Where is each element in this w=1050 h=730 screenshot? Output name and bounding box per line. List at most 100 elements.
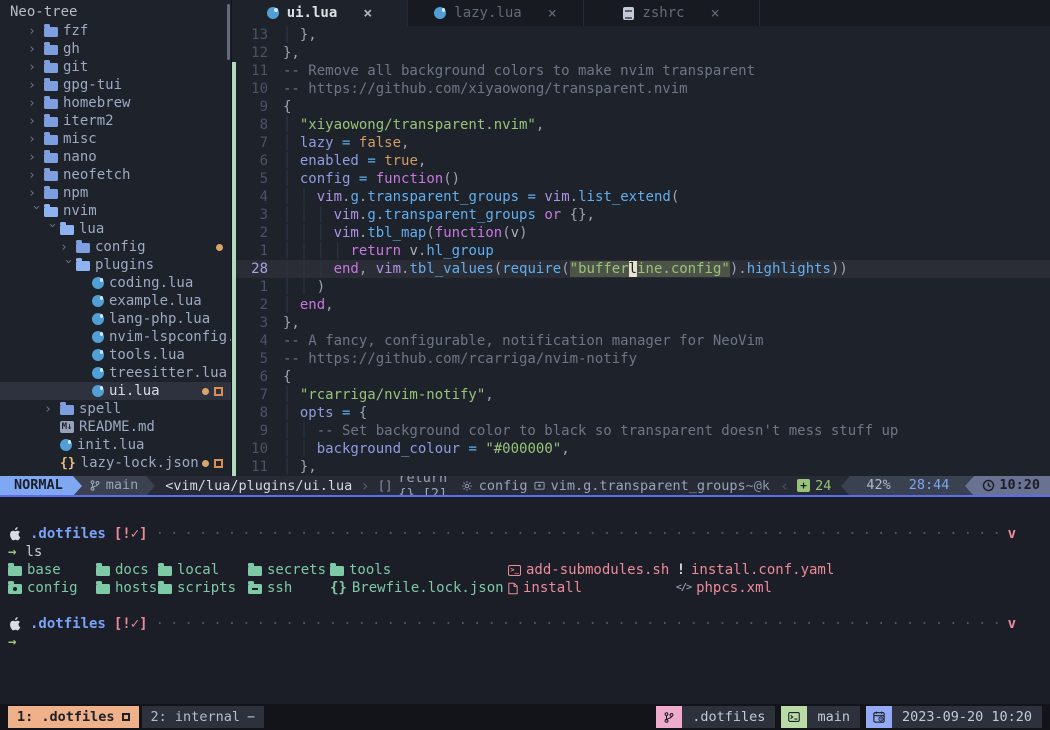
tree-item-iterm2[interactable]: ›iterm2 [0,112,231,130]
tab-lazylua[interactable]: lazy.lua [408,0,584,26]
code-text: │ config = function() [283,170,460,188]
prompt-arrow-icon: → [8,543,16,561]
ls-entry-install: install [508,579,676,597]
code-token [350,171,358,187]
tree-item-label: README.md [79,419,155,435]
code-text: │ │ │ │ return v.hl_group [283,242,494,260]
chevron-right-icon: › [60,240,76,255]
code-line[interactable]: 4│ │ vim.g.transparent_groups = vim.list… [232,188,1050,206]
tree-item-treesitterlua[interactable]: treesitter.lua [0,364,231,382]
tab-uilua[interactable]: ui.lua [232,0,408,26]
tree-item-nano[interactable]: ›nano [0,148,231,166]
indent-guide: │ [317,243,334,259]
code-line[interactable]: 28│ │ │ end, vim.tbl_values(require("buf… [232,260,1050,278]
code-token: = [468,441,476,457]
code-line[interactable]: 2│ │ │ vim.tbl_map(function(v) [232,224,1050,242]
code-line[interactable]: 10│ │ background_colour = "#000000", [232,440,1050,458]
code-line[interactable]: 12}, [232,44,1050,62]
chevron-down-icon: › [61,257,76,273]
code-line[interactable]: 5│ config = function() [232,170,1050,188]
ls-entry-label: Brewfile.lock.json [352,579,504,597]
code-token: }, [283,45,300,61]
code-line[interactable]: 7│ lazy = false, [232,134,1050,152]
code-line[interactable]: 11-- Remove all background colors to mak… [232,62,1050,80]
git-added-count: 24 [797,478,831,494]
tree-item-examplelua[interactable]: example.lua [0,292,231,310]
code-line[interactable]: 2│ end, [232,296,1050,314]
code-token: tbl_map [367,225,426,241]
code-text: { [283,98,291,116]
indent-guide: │ [317,207,334,223]
tree-item-fzf[interactable]: ›fzf [0,22,231,40]
tree-item-initlua[interactable]: init.lua [0,436,231,454]
tree-item-toolslua[interactable]: tools.lua [0,346,231,364]
tmux-window-title: 1: .dotfiles [17,706,115,728]
code-token [350,405,358,421]
git-branch-segment[interactable]: main [82,476,147,495]
code-line[interactable]: 1│ │ │ │ return v.hl_group [232,242,1050,260]
chevron-right-icon: › [28,114,44,129]
code-line[interactable]: 9{ [232,98,1050,116]
tree-item-git[interactable]: ›git [0,58,231,76]
close-tab-icon[interactable] [711,4,720,22]
branch-icon [656,706,682,728]
tmux-branch: main [781,706,860,728]
code-line[interactable]: 6│ enabled = true, [232,152,1050,170]
code-line[interactable]: 8│ "xiyaowong/transparent.nvim", [232,116,1050,134]
tab-label: ui.lua [287,5,338,21]
code-line[interactable]: 3}, [232,314,1050,332]
git-status-badges [202,459,223,468]
tree-item-READMEmd[interactable]: M↓README.md [0,418,231,436]
tree-item-label: treesitter.lua [109,365,227,381]
git-status-badges [216,244,223,251]
code-line[interactable]: 13│ }, [232,26,1050,44]
tmux-window-internal[interactable]: 2: internal [142,706,265,728]
neo-tree-scrollbar[interactable] [227,4,230,60]
code-line[interactable]: 7│ "rcarriga/nvim-notify", [232,386,1050,404]
prompt-dotted-leader: ········································… [156,525,1000,543]
calendar-icon [866,706,892,728]
code-line[interactable]: 8│ opts = { [232,404,1050,422]
tree-item-lazy-lockjson[interactable]: {}lazy-lock.json [0,454,231,472]
code-line[interactable]: 4-- A fancy, configurable, notification … [232,332,1050,350]
tree-item-npm[interactable]: ›npm [0,184,231,202]
gear-icon [461,480,473,492]
tree-item-uilua[interactable]: ui.lua [0,382,231,400]
code-token: ) [317,279,325,295]
tree-item-nvim[interactable]: ›nvim [0,202,231,220]
cursor-position: 28:44 [909,476,950,495]
folder-icon [96,566,110,576]
tmux-window-dotfiles[interactable]: 1: .dotfiles [8,706,139,728]
code-area[interactable]: 13│ },12},11-- Remove all background col… [232,26,1050,476]
code-line[interactable]: 3│ │ │ vim.g.transparent_groups or {}, [232,206,1050,224]
terminal-pane[interactable]: .dotfiles[!✓]···························… [0,497,1050,704]
close-tab-icon[interactable] [363,4,372,22]
tree-item-gh[interactable]: ›gh [0,40,231,58]
code-token: highlights [747,261,831,277]
code-line[interactable]: 10-- https://github.com/xiyaowong/transp… [232,80,1050,98]
nvim-pane: Neo-tree ›fzf›gh›git›gpg-tui›homebrew›it… [0,0,1050,476]
code-line[interactable]: 1│ │ ) [232,278,1050,296]
code-line[interactable]: 9│ │ -- Set background color to black so… [232,422,1050,440]
tree-item-spell[interactable]: ›spell [0,400,231,418]
tree-item-gpg-tui[interactable]: ›gpg-tui [0,76,231,94]
tree-item-plugins[interactable]: ›plugins [0,256,231,274]
code-line[interactable]: 6{ [232,368,1050,386]
code-token: () [443,171,460,187]
tree-item-homebrew[interactable]: ›homebrew [0,94,231,112]
tree-item-lua[interactable]: ›lua [0,220,231,238]
indent-guide: │ [334,243,351,259]
cursor: l [629,261,637,277]
tree-item-nvim-lspconfig[interactable]: nvim-lspconfig. [0,328,231,346]
tree-item-config[interactable]: ›config [0,238,231,256]
tree-item-neofetch[interactable]: ›neofetch [0,166,231,184]
tree-item-misc[interactable]: ›misc [0,130,231,148]
json-icon: {} [60,456,76,471]
tree-item-lang-phplua[interactable]: lang-php.lua [0,310,231,328]
code-line[interactable]: 11│ }, [232,458,1050,476]
tree-item-codinglua[interactable]: coding.lua [0,274,231,292]
code-line[interactable]: 5-- https://github.com/rcarriga/nvim-not… [232,350,1050,368]
tab-zshrc[interactable]: zshrc [584,0,760,26]
close-tab-icon[interactable] [548,4,557,22]
code-text: -- A fancy, configurable, notification m… [283,332,763,350]
